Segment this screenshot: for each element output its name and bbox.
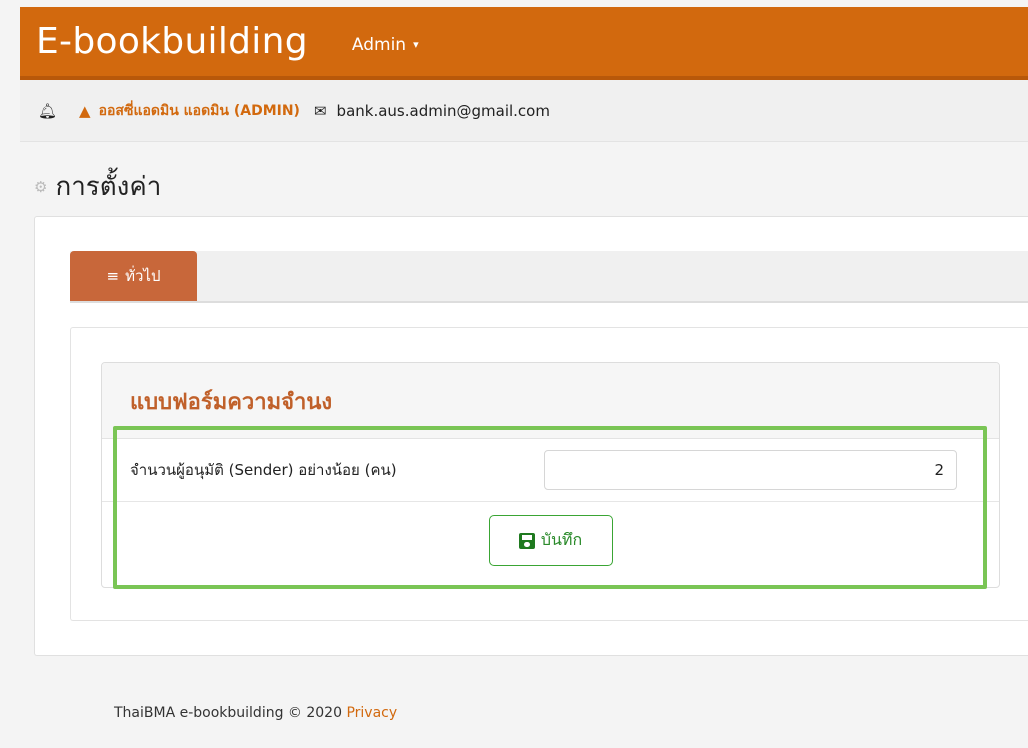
tab-content: แบบฟอร์มความจำนง จำนวนผู้อนุมัติ (Sender… <box>70 327 1028 621</box>
envelope-icon: ✉ <box>313 101 327 120</box>
min-approvers-input[interactable] <box>544 450 957 490</box>
form-row-min-approvers: จำนวนผู้อนุมัติ (Sender) อย่างน้อย (คน) <box>102 439 999 502</box>
form-card-header: แบบฟอร์มความจำนง <box>102 363 999 439</box>
save-button[interactable]: บันทึก <box>488 515 613 566</box>
privacy-link[interactable]: Privacy <box>346 705 397 721</box>
page-title: ⚙︎ การตั้งค่า <box>34 166 161 207</box>
user-email: bank.aus.admin@gmail.com <box>336 101 550 120</box>
form-card: แบบฟอร์มความจำนง จำนวนผู้อนุมัติ (Sender… <box>101 362 1000 588</box>
floppy-disk-icon <box>518 532 535 549</box>
user-info-bar: 🔔︎ ▲ ออสซี่แอดมิน แอดมิน (ADMIN) ✉ bank.… <box>20 80 1028 142</box>
settings-panel: ≡ ทั่วไป แบบฟอร์มความจำนง จำนวนผู้อนุมัต… <box>34 216 1028 656</box>
user-name[interactable]: ออสซี่แอดมิน แอดมิน (ADMIN) <box>99 100 300 122</box>
footer: ThaiBMA e-bookbuilding © 2020 Privacy <box>114 705 397 721</box>
form-title: แบบฟอร์มความจำนง <box>130 390 333 415</box>
tab-general-label: ทั่วไป <box>125 267 161 285</box>
user-icon: ▲ <box>79 101 91 120</box>
page-title-text: การตั้งค่า <box>55 172 162 202</box>
min-approvers-label: จำนวนผู้อนุมัติ (Sender) อย่างน้อย (คน) <box>130 461 397 479</box>
tab-general[interactable]: ≡ ทั่วไป <box>70 251 197 301</box>
save-button-label: บันทึก <box>540 530 583 549</box>
chevron-down-icon: ▾ <box>413 38 419 51</box>
gears-icon: ⚙︎ <box>34 177 48 196</box>
admin-dropdown[interactable]: Admin ▾ <box>352 35 419 55</box>
menu-icon: ≡ <box>106 267 120 285</box>
brand-logo[interactable]: E-bookbuilding <box>36 21 308 62</box>
admin-menu-label: Admin <box>351 34 407 55</box>
footer-copyright: ThaiBMA e-bookbuilding © 2020 <box>114 705 342 721</box>
top-navbar: E-bookbuilding Admin ▾ <box>20 7 1028 80</box>
settings-tabs: ≡ ทั่วไป <box>70 251 1028 303</box>
save-row: บันทึก <box>102 502 999 587</box>
bell-icon[interactable]: 🔔︎ <box>38 102 57 120</box>
